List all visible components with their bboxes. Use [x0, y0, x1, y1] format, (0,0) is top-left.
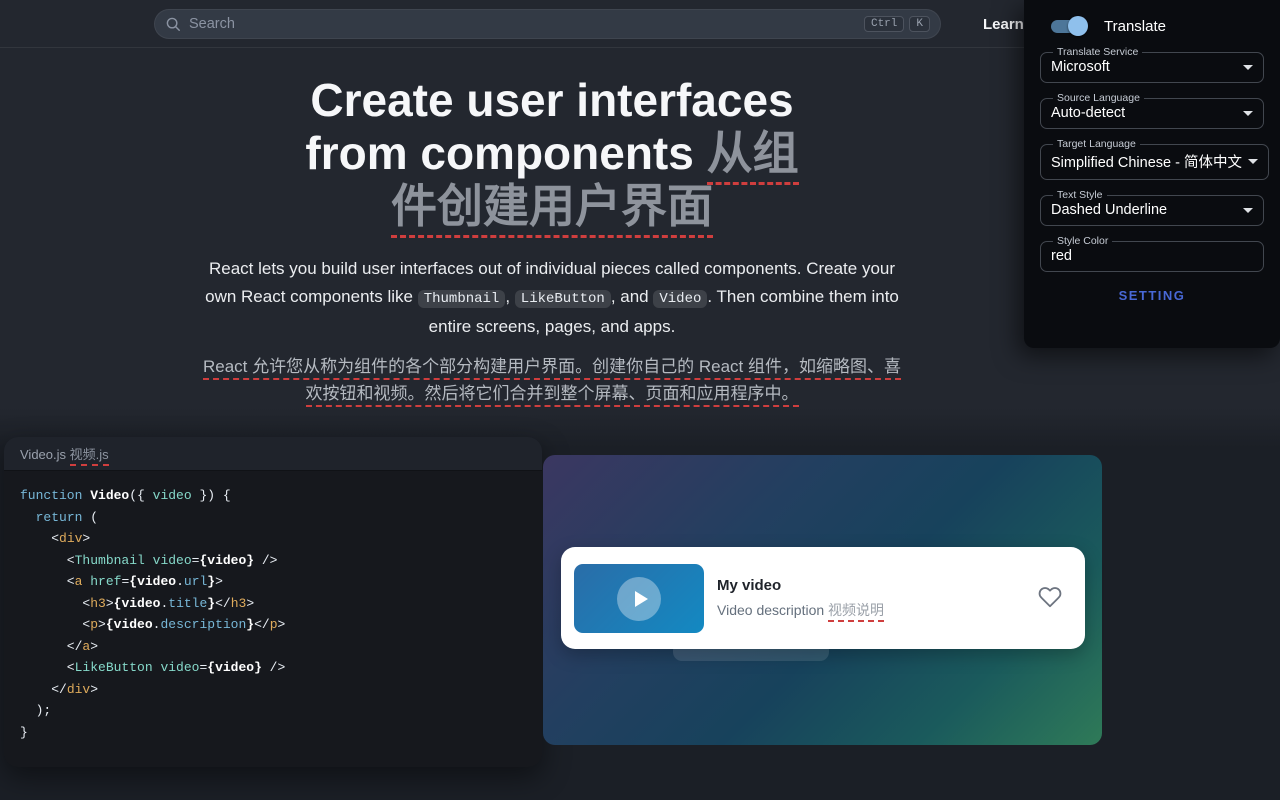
- chevron-down-icon: [1243, 208, 1253, 213]
- search-input[interactable]: [189, 16, 859, 32]
- video-thumbnail[interactable]: [574, 564, 704, 633]
- title-line1: Create user interfaces: [310, 74, 793, 126]
- shortcut-key-k: K: [909, 16, 930, 32]
- setting-link[interactable]: SETTING: [1040, 288, 1264, 303]
- target-language-select[interactable]: Target Language Simplified Chinese - 简体中…: [1040, 138, 1269, 180]
- target-language-label: Target Language: [1053, 138, 1140, 150]
- code-content[interactable]: function Video({ video }) { return ( <di…: [4, 471, 542, 743]
- hero-section: Create user interfaces from components 从…: [0, 0, 1104, 407]
- video-title: My video: [717, 577, 884, 594]
- text-style-label: Text Style: [1053, 189, 1107, 201]
- title-line2-translated: 从组: [707, 127, 799, 185]
- search-input-container[interactable]: Ctrl K: [154, 9, 941, 39]
- style-color-field[interactable]: Style Color red: [1040, 235, 1264, 272]
- tab-filename: Video.js: [20, 447, 66, 462]
- code-pill-video: Video: [653, 290, 707, 308]
- preview-panel: My video Video description 视频说明: [543, 455, 1102, 745]
- translate-toggle-label: Translate: [1104, 18, 1166, 35]
- target-language-value: Simplified Chinese - 简体中文: [1051, 151, 1242, 172]
- page-title: Create user interfaces from components 从…: [0, 74, 1104, 233]
- code-pill-thumbnail: Thumbnail: [418, 290, 506, 308]
- source-language-select[interactable]: Source Language Auto-detect: [1040, 92, 1264, 129]
- code-editor-panel: Video.js 视频.js function Video({ video })…: [4, 437, 542, 767]
- toggle-knob: [1068, 16, 1088, 36]
- style-color-value: red: [1051, 248, 1072, 264]
- style-color-label: Style Color: [1053, 235, 1112, 247]
- animation-ghost: [673, 641, 829, 661]
- text-style-select[interactable]: Text Style Dashed Underline: [1040, 189, 1264, 226]
- translate-service-label: Translate Service: [1053, 46, 1142, 58]
- video-card: My video Video description 视频说明: [561, 547, 1085, 649]
- search-icon: [165, 16, 181, 32]
- title-line3-translated: 件创建用户界面: [391, 180, 713, 238]
- video-description-translated: 视频说明: [828, 602, 884, 622]
- tab-video-js[interactable]: Video.js 视频.js: [20, 444, 109, 463]
- text-style-value: Dashed Underline: [1051, 202, 1167, 218]
- translate-service-select[interactable]: Translate Service Microsoft: [1040, 46, 1264, 83]
- source-language-value: Auto-detect: [1051, 105, 1125, 121]
- shortcut-key-ctrl: Ctrl: [864, 16, 904, 32]
- video-description: Video description 视频说明: [717, 600, 884, 620]
- chevron-down-icon: [1243, 111, 1253, 116]
- hero-paragraph-sep2: , and: [611, 287, 654, 306]
- hero-paragraph-translated: React 允许您从称为组件的各个部分构建用户界面。创建你自己的 React 组…: [202, 353, 902, 407]
- page-background: Ctrl K Learn Create user interfaces from…: [0, 0, 1280, 800]
- translate-toggle[interactable]: [1048, 16, 1090, 36]
- play-icon: [635, 591, 648, 607]
- hero-paragraph-translated-text: React 允许您从称为组件的各个部分构建用户界面。创建你自己的 React 组…: [203, 357, 901, 407]
- title-line2-en: from components: [305, 127, 706, 179]
- hero-paragraph-sep1: ,: [505, 287, 514, 306]
- source-language-label: Source Language: [1053, 92, 1144, 104]
- translate-panel: Translate Translate Service Microsoft So…: [1024, 0, 1280, 348]
- chevron-down-icon: [1248, 159, 1258, 164]
- nav-link-learn[interactable]: Learn: [983, 0, 1024, 48]
- tab-filename-translated: 视频.js: [70, 447, 109, 466]
- code-editor-tabbar: Video.js 视频.js: [4, 437, 542, 471]
- code-pill-likebutton: LikeButton: [515, 290, 611, 308]
- translate-service-value: Microsoft: [1051, 59, 1110, 75]
- like-button[interactable]: [1037, 585, 1063, 612]
- play-button[interactable]: [617, 577, 661, 621]
- heart-icon: [1037, 585, 1063, 609]
- video-description-text: Video description: [717, 602, 828, 618]
- chevron-down-icon: [1243, 65, 1253, 70]
- hero-paragraph: React lets you build user interfaces out…: [192, 255, 912, 341]
